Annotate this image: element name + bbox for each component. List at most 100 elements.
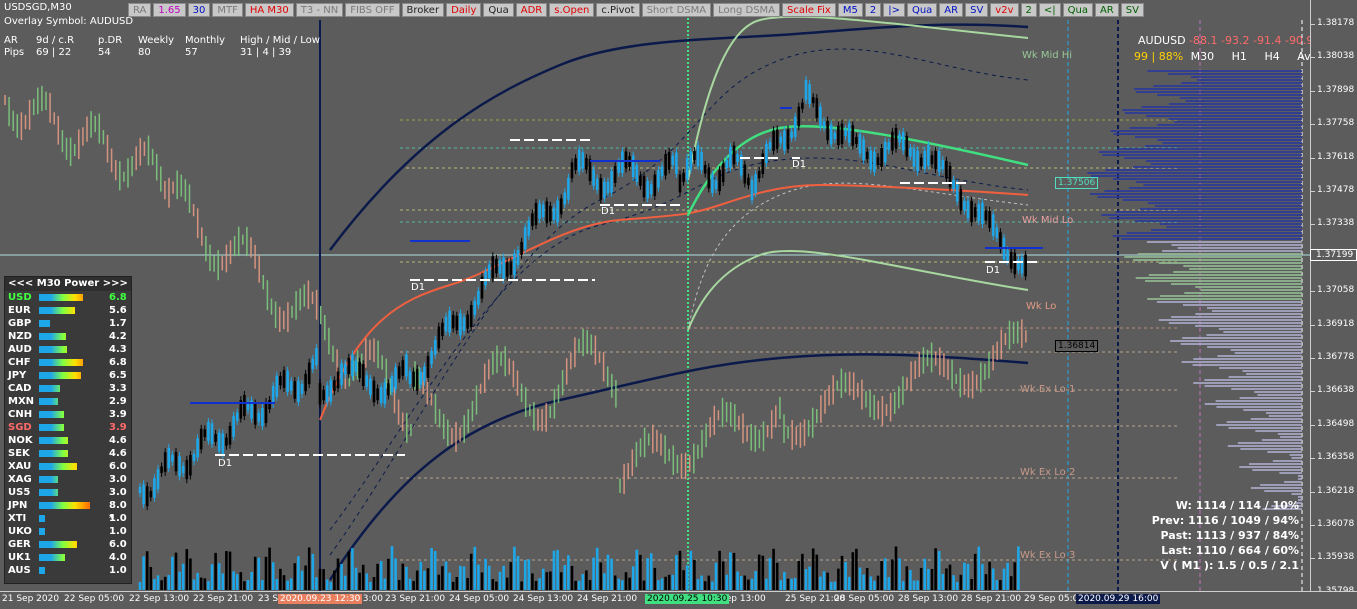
stat-value: Pips xyxy=(4,46,25,58)
toolbar-button[interactable]: SV xyxy=(1120,3,1144,17)
volume-bar xyxy=(682,570,685,590)
toolbar-button[interactable]: 2 xyxy=(1020,3,1037,17)
toolbar-button[interactable]: AR xyxy=(1094,3,1119,17)
candle-body xyxy=(927,144,930,166)
volume-profile-bar xyxy=(1223,331,1302,333)
volume-profile-bar xyxy=(1147,202,1302,204)
candle-body xyxy=(675,152,678,174)
toolbar-button[interactable]: ADR xyxy=(515,3,548,17)
toolbar-button[interactable]: <| xyxy=(1038,3,1061,17)
toolbar-button[interactable]: |> xyxy=(883,3,905,17)
time-axis[interactable]: 29 Sep 05:00 28 Sep 21:00 28 Sep 13:00 28 S… xyxy=(0,591,1357,609)
candle-body xyxy=(351,354,354,376)
candle-body xyxy=(502,257,505,280)
volume-profile-bar xyxy=(1177,247,1302,249)
candle-body xyxy=(905,135,909,157)
volume-bar xyxy=(275,579,279,590)
price-axis[interactable]: 1.38178 1.38038 1.37898 1.37758 1.37618 1.374… xyxy=(1310,0,1357,596)
price-chart[interactable] xyxy=(0,0,1310,591)
power-bar xyxy=(39,476,58,483)
volume-bar xyxy=(495,581,498,590)
candle-body xyxy=(300,383,304,394)
volume-bar xyxy=(916,580,919,590)
toolbar-button[interactable]: Qua xyxy=(1062,3,1093,17)
toolbar-button[interactable]: M5 xyxy=(837,3,863,17)
toolbar-button[interactable]: v2v xyxy=(990,3,1019,17)
chart-window: USDSGD,M30 Overlay Symbol: AUDUSD AR 9d … xyxy=(0,0,1357,609)
candle-body xyxy=(462,317,466,332)
volume-profile-bar xyxy=(1193,358,1302,360)
volume-bar xyxy=(441,566,444,590)
toolbar-button[interactable]: Qua xyxy=(906,3,938,17)
volume-bar xyxy=(199,577,203,590)
toolbar-button[interactable]: Scale Fix xyxy=(782,3,836,17)
volume-bar xyxy=(840,555,844,590)
volume-bar xyxy=(574,580,577,590)
volume-bar xyxy=(279,568,282,590)
candle-body xyxy=(678,174,682,193)
power-currency: NOK xyxy=(8,435,33,446)
volume-profile-bar xyxy=(1181,361,1302,363)
toolbar-button[interactable]: Daily xyxy=(446,3,482,17)
toolbar-button[interactable]: Long DSMA xyxy=(713,3,781,17)
toolbar-button[interactable]: Short DSMA xyxy=(641,3,712,17)
volume-bar xyxy=(563,564,567,590)
toolbar-button[interactable]: MTF xyxy=(212,3,243,17)
candle-body xyxy=(293,381,297,399)
candle-body xyxy=(325,385,329,403)
toolbar-button[interactable]: RA xyxy=(128,3,152,17)
toolbar-button[interactable]: Broker xyxy=(401,3,445,17)
volume-bar xyxy=(898,558,901,590)
volume-bar xyxy=(811,548,815,590)
toolbar-button[interactable]: SV xyxy=(965,3,989,17)
power-bar xyxy=(39,359,83,366)
volume-profile-bar xyxy=(1112,235,1302,237)
volume-bar xyxy=(822,571,826,590)
volume-bar xyxy=(228,551,232,590)
toolbar-button[interactable]: FIBS OFF xyxy=(345,3,400,17)
candle-body xyxy=(750,179,754,201)
volume-profile-bar xyxy=(1141,106,1302,108)
volume-bar xyxy=(466,577,469,590)
toolbar-button[interactable]: T3 - NN xyxy=(295,3,344,17)
toolbar-button[interactable]: Qua xyxy=(483,3,514,17)
volume-profile-bar xyxy=(1266,412,1302,414)
volume-bar xyxy=(988,561,991,590)
volume-bar xyxy=(448,572,451,590)
toolbar-button[interactable]: 2 xyxy=(864,3,882,17)
power-value: 4.2 xyxy=(109,331,127,342)
toolbar-button[interactable]: c.Pivot xyxy=(596,3,640,17)
time-marker: 2020.09.25 10:30 xyxy=(645,594,730,604)
toolbar-button[interactable]: 30 xyxy=(187,3,211,17)
volume-bar xyxy=(923,558,927,590)
price-label: 1.38038 xyxy=(1317,51,1355,62)
volume-bar xyxy=(189,558,192,590)
toolbar-button[interactable]: s.Open xyxy=(549,3,595,17)
power-row: CAD 3.3 xyxy=(5,382,131,395)
volume-bar xyxy=(376,563,379,590)
candle-body xyxy=(761,153,765,174)
volume-bar xyxy=(372,577,376,590)
volume-profile-bar xyxy=(1234,352,1302,354)
power-bar xyxy=(39,398,58,405)
volume-bar xyxy=(851,552,855,590)
candle-body xyxy=(279,375,282,386)
volume-profile-bar xyxy=(1192,364,1302,366)
power-row: NOK 4.6 xyxy=(5,434,131,447)
volume-bar xyxy=(534,580,538,590)
volume-profile-bar xyxy=(1250,418,1302,420)
power-value: 4.3 xyxy=(109,344,127,355)
toolbar-button[interactable]: 1.65 xyxy=(153,3,186,17)
currency-power-panel: <<< M30 Power >>> USD 6.8 EUR 5.6 GBP 1.7 NZD 4… xyxy=(4,276,132,584)
power-currency: JPN xyxy=(8,500,28,511)
level-label-wk-ex-lo-1: Wk Ex Lo 1 xyxy=(1020,384,1076,395)
candle-body xyxy=(336,371,340,389)
candle-body xyxy=(822,121,826,128)
toolbar-button[interactable]: HA M30 xyxy=(244,3,294,17)
level-label-wk-ex-lo-2: Wk Ex Lo 2 xyxy=(1020,467,1076,478)
toolbar-button[interactable]: AR xyxy=(939,3,964,17)
candle-body xyxy=(696,145,700,167)
volume-bar xyxy=(405,566,408,590)
overlay-info-value: -88.1 xyxy=(1189,34,1218,47)
volume-profile-bar xyxy=(1112,178,1302,180)
